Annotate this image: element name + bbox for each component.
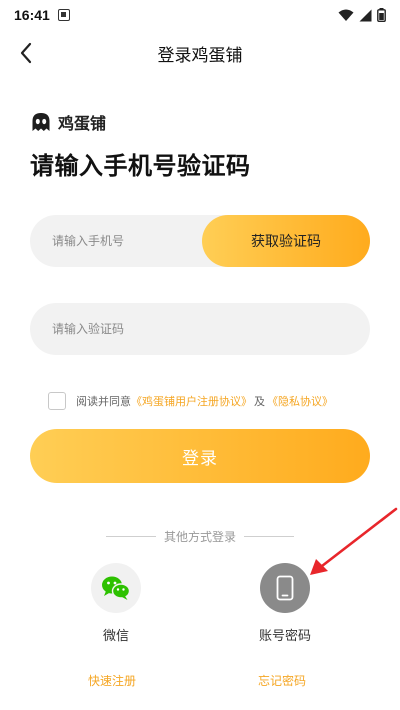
ghost-logo-icon (32, 113, 50, 131)
wechat-login-button[interactable]: 微信 (84, 563, 148, 644)
back-arrow-icon[interactable] (12, 38, 40, 68)
agreement-prefix: 阅读并同意 (76, 395, 131, 408)
phone-input[interactable] (52, 215, 212, 267)
red-arrow-annotation (310, 507, 398, 575)
heading: 请输入手机号验证码 (30, 152, 251, 180)
privacy-link[interactable]: 《隐私协议》 (267, 393, 333, 409)
phone-field-row: 获取验证码 (30, 215, 370, 267)
status-time: 16:41 (14, 7, 50, 23)
quick-register-link[interactable]: 快速注册 (88, 672, 136, 689)
wechat-icon-circle[interactable] (91, 563, 141, 613)
login-button[interactable]: 登录 (30, 429, 370, 483)
code-input[interactable] (52, 303, 332, 355)
battery-icon (377, 8, 386, 22)
wifi-icon (338, 9, 354, 21)
wechat-label: 微信 (102, 629, 129, 644)
status-bar: 16:41 (0, 0, 400, 30)
nav-bar: 登录鸡蛋铺 (0, 30, 400, 76)
signal-icon (359, 9, 372, 21)
user-agreement-link[interactable]: 《鸡蛋铺用户注册协议》 (131, 393, 252, 409)
status-icons (338, 8, 386, 22)
divider-line-left (105, 536, 156, 537)
wechat-icon (102, 576, 131, 600)
agreement-conjunction: 及 (254, 395, 265, 408)
divider-line-right (244, 536, 294, 537)
agreement-checkbox[interactable] (48, 392, 66, 410)
account-password-label: 账号密码 (258, 629, 311, 644)
forgot-password-link[interactable]: 忘记密码 (258, 672, 306, 689)
notification-icon (57, 9, 70, 21)
brand: 鸡蛋铺 (30, 110, 106, 134)
page-title: 登录鸡蛋铺 (157, 45, 243, 66)
agreement-row: 阅读并同意 《鸡蛋铺用户注册协议》 及 《隐私协议》 (48, 392, 333, 410)
other-login-title: 其他方式登录 (163, 530, 236, 544)
phone-icon (276, 575, 294, 601)
brand-name: 鸡蛋铺 (58, 114, 107, 133)
code-field-row (30, 303, 370, 355)
get-code-button[interactable]: 获取验证码 (202, 215, 370, 267)
